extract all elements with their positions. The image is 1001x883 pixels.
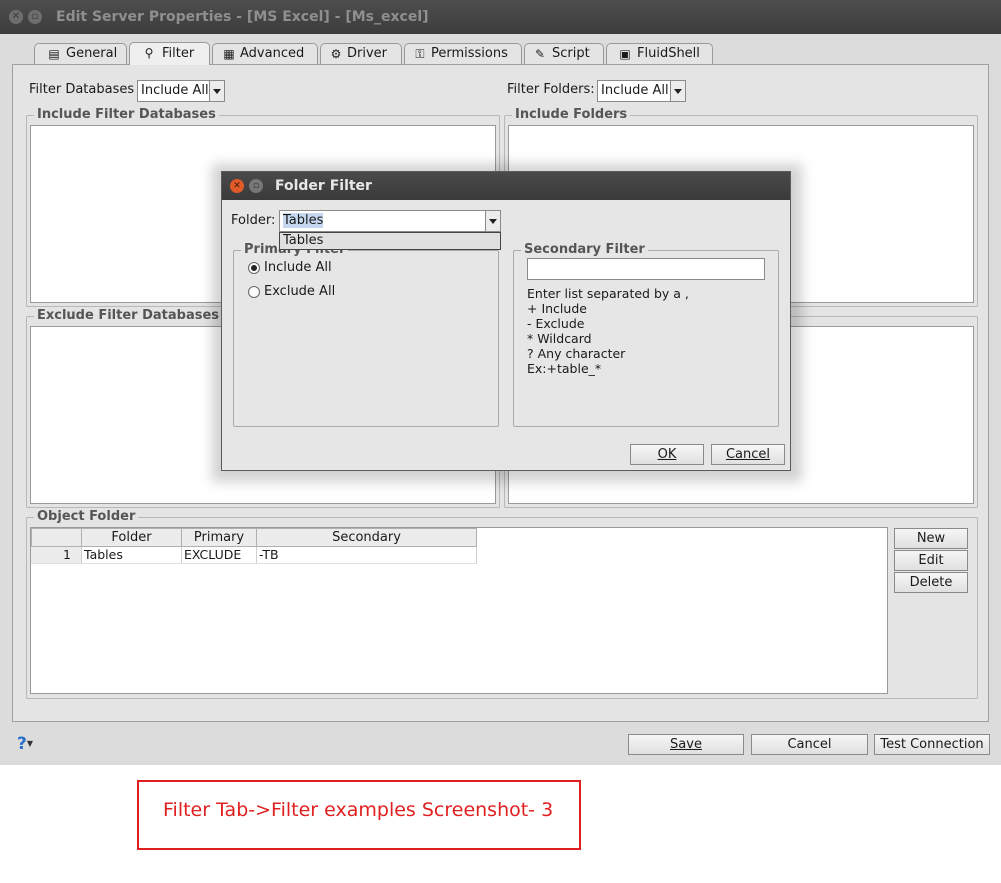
help-line: Enter list separated by a , xyxy=(527,286,689,301)
help-icon: ? xyxy=(17,734,27,754)
filter-folders-select[interactable]: Include All xyxy=(597,80,686,102)
help-line: * Wildcard xyxy=(527,331,592,346)
filter-databases-select[interactable]: Include All xyxy=(137,80,225,102)
dialog-cancel-button[interactable]: Cancel xyxy=(711,444,785,465)
tab-fluidshell[interactable]: ▣ FluidShell xyxy=(606,43,713,64)
ok-button[interactable]: OK xyxy=(630,444,704,465)
tab-script[interactable]: ✎ Script xyxy=(524,43,604,64)
tab-driver[interactable]: ⚙ Driver xyxy=(320,43,402,64)
secondary-filter-help: Enter list separated by a , + Include - … xyxy=(527,286,767,376)
filter-databases-value: Include All xyxy=(141,83,209,98)
exclude-all-radio[interactable] xyxy=(248,286,260,298)
column-header-secondary[interactable]: Secondary xyxy=(256,528,477,547)
new-button[interactable]: New xyxy=(894,528,968,549)
primary-filter-group xyxy=(233,250,499,427)
save-button[interactable]: Save xyxy=(628,734,744,755)
exclude-all-label[interactable]: Exclude All xyxy=(264,284,335,299)
folder-label: Folder: xyxy=(231,213,276,228)
exclude-filter-databases-title: Exclude Filter Databases xyxy=(34,308,223,324)
driver-icon: ⚙ xyxy=(330,47,342,61)
delete-button[interactable]: Delete xyxy=(894,572,968,593)
include-all-label[interactable]: Include All xyxy=(264,260,332,275)
tab-driver-label: Driver xyxy=(347,46,388,61)
general-icon: ▤ xyxy=(48,47,60,61)
dialog-title: Folder Filter xyxy=(275,178,372,194)
tab-general-label: General xyxy=(66,46,118,61)
cancel-button[interactable]: Cancel xyxy=(751,734,868,755)
tab-advanced-label: Advanced xyxy=(240,46,305,61)
object-folder-title: Object Folder xyxy=(34,509,139,525)
help-line: - Exclude xyxy=(527,316,585,331)
chevron-down-icon xyxy=(670,81,685,101)
tab-advanced[interactable]: ▦ Advanced xyxy=(212,43,318,64)
help-line: Ex:+table_* xyxy=(527,361,602,376)
include-filter-databases-title: Include Filter Databases xyxy=(34,107,219,123)
advanced-icon: ▦ xyxy=(223,47,235,61)
filter-folders-value: Include All xyxy=(601,83,669,98)
column-header-primary[interactable]: Primary xyxy=(181,528,257,547)
permissions-icon: ⚿ xyxy=(415,47,425,61)
dialog-close-button[interactable]: ✕ xyxy=(230,179,244,193)
tab-fluidshell-label: FluidShell xyxy=(637,46,700,61)
edit-button[interactable]: Edit xyxy=(894,550,968,571)
tab-general[interactable]: ▤ General xyxy=(34,43,127,64)
window-title: Edit Server Properties - [MS Excel] - [M… xyxy=(56,9,429,25)
cell-primary[interactable]: EXCLUDE xyxy=(182,547,257,564)
fluidshell-icon: ▣ xyxy=(619,47,631,61)
dropdown-option-tables[interactable]: Tables xyxy=(283,233,323,248)
window-close-button[interactable]: ✕ xyxy=(9,10,23,24)
close-icon: ✕ xyxy=(233,181,241,191)
cell-folder[interactable]: Tables xyxy=(82,547,182,564)
include-folders-title: Include Folders xyxy=(512,107,631,123)
close-icon: ✕ xyxy=(11,11,21,22)
help-line: ? Any character xyxy=(527,346,626,361)
window-minimize-button[interactable]: ▫ xyxy=(28,10,42,24)
dialog-minimize-button[interactable]: ▫ xyxy=(249,179,263,193)
folder-filter-dialog: ✕ ▫ Folder Filter Folder: Tables Primary… xyxy=(221,171,791,471)
table-row[interactable]: 1 Tables EXCLUDE -TB xyxy=(31,547,477,564)
tab-permissions[interactable]: ⚿ Permissions xyxy=(404,43,522,64)
folder-select-value: Tables xyxy=(283,213,324,228)
chevron-down-icon xyxy=(209,81,224,101)
tab-filter[interactable]: ⚲ Filter xyxy=(129,42,210,65)
folder-select[interactable]: Tables xyxy=(279,210,501,232)
column-header-folder[interactable]: Folder xyxy=(81,528,182,547)
script-icon: ✎ xyxy=(534,47,546,61)
filter-folders-label: Filter Folders: xyxy=(507,82,595,97)
tab-permissions-label: Permissions xyxy=(431,46,508,61)
object-folder-table[interactable]: Folder Primary Secondary 1 Tables EXCLUD… xyxy=(30,527,888,694)
chevron-down-icon: ▼ xyxy=(26,739,34,748)
secondary-filter-title: Secondary Filter xyxy=(521,242,648,258)
secondary-filter-input[interactable] xyxy=(527,258,765,280)
filter-icon: ⚲ xyxy=(144,46,154,60)
help-line: + Include xyxy=(527,301,587,316)
table-row-number-header xyxy=(31,528,82,547)
cell-secondary[interactable]: -TB xyxy=(257,547,477,564)
test-connection-button[interactable]: Test Connection xyxy=(874,734,990,755)
folder-dropdown-list[interactable]: Tables xyxy=(279,232,501,250)
screenshot-caption: Filter Tab->Filter examples Screenshot- … xyxy=(163,799,554,821)
screenshot-caption-box: Filter Tab->Filter examples Screenshot- … xyxy=(137,780,581,850)
minimize-icon: ▫ xyxy=(252,181,260,191)
dialog-titlebar: ✕ ▫ Folder Filter xyxy=(222,172,790,200)
tab-filter-label: Filter xyxy=(162,46,195,61)
filter-databases-label: Filter Databases xyxy=(29,82,135,97)
include-all-radio[interactable] xyxy=(248,262,260,274)
minimize-icon: ▫ xyxy=(31,11,39,22)
chevron-down-icon xyxy=(485,211,500,231)
window-titlebar: ✕ ▫ Edit Server Properties - [MS Excel] … xyxy=(0,0,1001,34)
row-number: 1 xyxy=(31,547,82,564)
tab-script-label: Script xyxy=(552,46,590,61)
help-button[interactable]: ?▼ xyxy=(17,734,41,754)
